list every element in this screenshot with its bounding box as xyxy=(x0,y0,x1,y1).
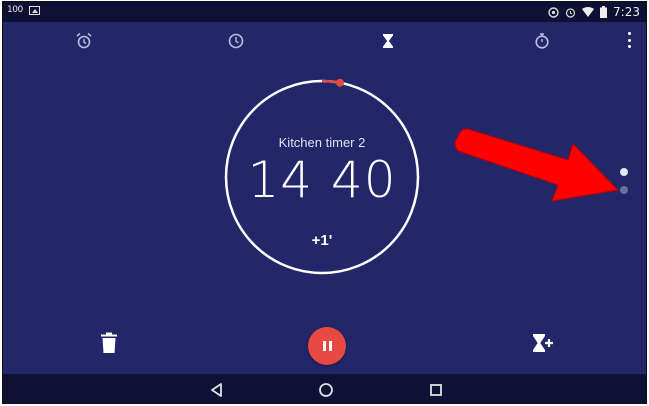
navigation-bar xyxy=(3,374,646,403)
back-icon[interactable] xyxy=(208,381,226,399)
overflow-menu-icon[interactable] xyxy=(626,32,632,48)
delete-icon[interactable] xyxy=(100,332,118,354)
hourglass-icon xyxy=(383,34,393,48)
timer-minutes: 14 xyxy=(247,151,314,209)
screen: 100 7:23 Kitchen timer 2 14 40 +1' xyxy=(2,1,647,404)
timer-dial[interactable]: Kitchen timer 2 14:40 +1' xyxy=(222,77,422,277)
add-timer-icon[interactable] xyxy=(532,333,554,353)
battery-level: 100 xyxy=(7,5,23,15)
battery-icon xyxy=(600,6,608,18)
wifi-icon xyxy=(582,7,595,17)
tab-stopwatch[interactable] xyxy=(531,30,553,52)
alarm-clock-icon xyxy=(76,32,92,49)
page-indicator-active xyxy=(620,168,628,176)
pause-button[interactable] xyxy=(308,327,346,365)
page-indicator-inactive xyxy=(620,186,628,194)
red-arrow-annotation xyxy=(454,128,620,202)
timer-page: Kitchen timer 2 14:40 +1' xyxy=(3,22,646,374)
add-minute-button[interactable]: +1' xyxy=(222,232,422,249)
timer-time: 14:40 xyxy=(222,151,422,209)
image-icon xyxy=(28,5,40,15)
home-icon[interactable] xyxy=(317,381,335,399)
clock-icon xyxy=(228,33,244,49)
pause-icon xyxy=(322,341,332,351)
timer-seconds: 40 xyxy=(330,151,397,209)
sync-icon xyxy=(548,6,559,18)
stopwatch-icon xyxy=(535,33,549,49)
tab-clock[interactable] xyxy=(225,30,247,52)
tab-timer[interactable] xyxy=(377,30,399,52)
tab-alarm[interactable] xyxy=(73,30,95,52)
progress-marker xyxy=(335,78,344,87)
status-time: 7:23 xyxy=(613,5,640,19)
recents-icon[interactable] xyxy=(427,381,445,399)
status-bar: 100 7:23 xyxy=(3,2,646,22)
alarm-icon xyxy=(565,7,576,18)
timer-label[interactable]: Kitchen timer 2 xyxy=(222,135,422,150)
